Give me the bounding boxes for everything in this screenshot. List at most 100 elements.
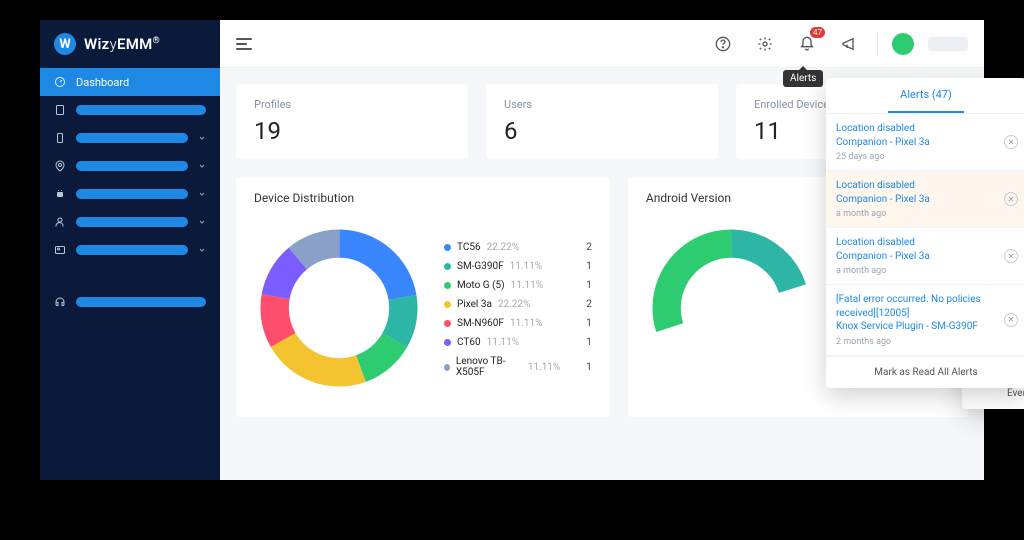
notification-title: Location disabled Companion - Pixel 3a bbox=[836, 122, 1016, 149]
donut-chart-partial bbox=[646, 223, 816, 397]
legend-name: Pixel 3a bbox=[457, 299, 492, 310]
notification-item[interactable]: Location disabled Companion - Pixel 3a 25… bbox=[826, 114, 1024, 171]
nav-label-placeholder bbox=[76, 245, 188, 255]
kpi-label: Users bbox=[504, 98, 700, 111]
bell-icon bbox=[799, 36, 815, 52]
sidebar-item-3[interactable] bbox=[40, 152, 220, 180]
dismiss-button[interactable]: ✕ bbox=[1004, 313, 1018, 327]
notification-title: [Fatal error occurred. No policies recei… bbox=[836, 293, 1016, 334]
gauge-icon bbox=[54, 76, 66, 88]
topbar-actions: 47 Alerts bbox=[709, 30, 968, 58]
legend-dot bbox=[444, 339, 451, 346]
sidebar-item-1[interactable] bbox=[40, 96, 220, 124]
announce-button[interactable] bbox=[835, 30, 863, 58]
legend-item[interactable]: Moto G (5) 11.11% 1 bbox=[444, 280, 592, 291]
notification-item[interactable]: [Fatal error occurred. No policies recei… bbox=[826, 285, 1024, 356]
file-icon bbox=[54, 104, 66, 116]
device-distribution-card: Device Distribution TC5622.22%2SM-G390F1… bbox=[236, 177, 610, 417]
chevron-down-icon bbox=[198, 218, 206, 226]
legend-item[interactable]: CT60 11.11% 1 bbox=[444, 337, 592, 348]
device-icon bbox=[54, 132, 66, 144]
settings-button[interactable] bbox=[751, 30, 779, 58]
legend-name: Lenovo TB-X505F bbox=[456, 356, 522, 378]
alerts-list: Location disabled Companion - Pixel 3a 25… bbox=[826, 114, 1024, 356]
nav-label-placeholder bbox=[76, 189, 188, 199]
megaphone-icon bbox=[841, 36, 857, 52]
legend-item[interactable]: Lenovo TB-X505F11.11%1 bbox=[444, 356, 592, 378]
chart-legend: TC5622.22%2SM-G390F11.11%1Moto G (5)11.1… bbox=[444, 242, 592, 378]
sidebar-item-2[interactable] bbox=[40, 124, 220, 152]
menu-toggle-button[interactable] bbox=[236, 38, 252, 50]
sidebar-nav: Dashboard bbox=[40, 68, 220, 316]
notification-item[interactable]: Location disabled Companion - Pixel 3aa … bbox=[826, 171, 1024, 228]
legend-percent: 11.11% bbox=[487, 337, 519, 348]
tab-alerts[interactable]: Alerts (47) bbox=[888, 78, 964, 113]
headset-icon bbox=[54, 296, 66, 308]
pin-icon bbox=[54, 160, 66, 172]
nav-label-placeholder bbox=[76, 217, 188, 227]
alerts-button[interactable]: 47 Alerts bbox=[793, 30, 821, 58]
user-name-placeholder bbox=[928, 37, 968, 51]
notification-time: 25 days ago bbox=[836, 152, 1016, 162]
sidebar: W WizyEMM® Dashboard bbox=[40, 20, 220, 480]
sidebar-item-support[interactable] bbox=[40, 288, 220, 316]
legend-percent: 11.11% bbox=[510, 318, 542, 329]
legend-count: 2 bbox=[566, 242, 592, 253]
legend-name: Moto G (5) bbox=[457, 280, 505, 291]
notification-title: Location disabled Companion - Pixel 3a bbox=[836, 236, 1016, 263]
legend-item[interactable]: TC5622.22%2 bbox=[444, 242, 592, 253]
help-icon bbox=[715, 36, 731, 52]
main-area: 47 Alerts Profiles 19 Users 6 bbox=[220, 20, 984, 480]
donut-chart bbox=[254, 223, 424, 397]
kpi-profiles: Profiles 19 bbox=[236, 84, 468, 159]
chevron-down-icon bbox=[198, 162, 206, 170]
dismiss-button[interactable]: ✕ bbox=[1004, 249, 1018, 263]
logo-text: WizyEMM® bbox=[84, 35, 160, 53]
legend-name: CT60 bbox=[457, 337, 481, 348]
notification-item[interactable]: Location disabled Companion - Pixel 3a a … bbox=[826, 228, 1024, 285]
nav-label-placeholder bbox=[76, 133, 188, 143]
sidebar-item-4[interactable] bbox=[40, 180, 220, 208]
users-icon bbox=[54, 216, 66, 228]
nav-label-placeholder bbox=[76, 161, 188, 171]
image-icon bbox=[54, 244, 66, 256]
sidebar-item-5[interactable] bbox=[40, 208, 220, 236]
notification-time: 2 months ago bbox=[836, 337, 1016, 347]
alerts-footer: Mark as Read All Alerts bbox=[826, 356, 1024, 388]
sidebar-item-6[interactable] bbox=[40, 236, 220, 264]
help-button[interactable] bbox=[709, 30, 737, 58]
dismiss-button[interactable]: ✕ bbox=[1004, 135, 1018, 149]
chevron-down-icon bbox=[198, 190, 206, 198]
sidebar-item-dashboard[interactable]: Dashboard bbox=[40, 68, 220, 96]
logo[interactable]: W WizyEMM® bbox=[40, 20, 220, 68]
notification-time: a month ago bbox=[836, 266, 1016, 276]
legend-count: 1 bbox=[566, 280, 592, 291]
avatar[interactable] bbox=[892, 33, 914, 55]
nav-label-placeholder bbox=[76, 105, 206, 115]
logo-icon: W bbox=[54, 33, 76, 55]
nav-label-placeholder bbox=[76, 297, 206, 307]
mark-read-alerts-button[interactable]: Mark as Read All Alerts bbox=[826, 357, 1024, 388]
legend-item[interactable]: SM-G390F 11.11% 1 bbox=[444, 261, 592, 272]
legend-item[interactable]: SM-N960F11.11%1 bbox=[444, 318, 592, 329]
chevron-down-icon bbox=[198, 246, 206, 254]
legend-dot bbox=[444, 244, 451, 251]
legend-percent: 11.11% bbox=[511, 280, 543, 291]
dismiss-button[interactable]: ✕ bbox=[1004, 192, 1018, 206]
legend-name: SM-N960F bbox=[457, 318, 504, 329]
legend-count: 1 bbox=[566, 261, 592, 272]
legend-count: 1 bbox=[566, 337, 592, 348]
legend-name: SM-G390F bbox=[457, 261, 504, 272]
legend-percent: 22.22% bbox=[487, 242, 519, 253]
notification-time: a month ago bbox=[836, 209, 1016, 219]
legend-dot bbox=[444, 282, 451, 289]
chart-title: Device Distribution bbox=[254, 191, 592, 205]
legend-percent: 11.11% bbox=[510, 261, 542, 272]
alerts-tooltip: Alerts bbox=[783, 70, 823, 87]
legend-dot bbox=[444, 263, 451, 270]
kpi-label: Profiles bbox=[254, 98, 450, 111]
app-frame: W WizyEMM® Dashboard bbox=[40, 20, 984, 480]
legend-item[interactable]: Pixel 3a22.22%2 bbox=[444, 299, 592, 310]
legend-percent: 11.11% bbox=[528, 362, 560, 373]
kpi-value: 6 bbox=[504, 117, 700, 145]
